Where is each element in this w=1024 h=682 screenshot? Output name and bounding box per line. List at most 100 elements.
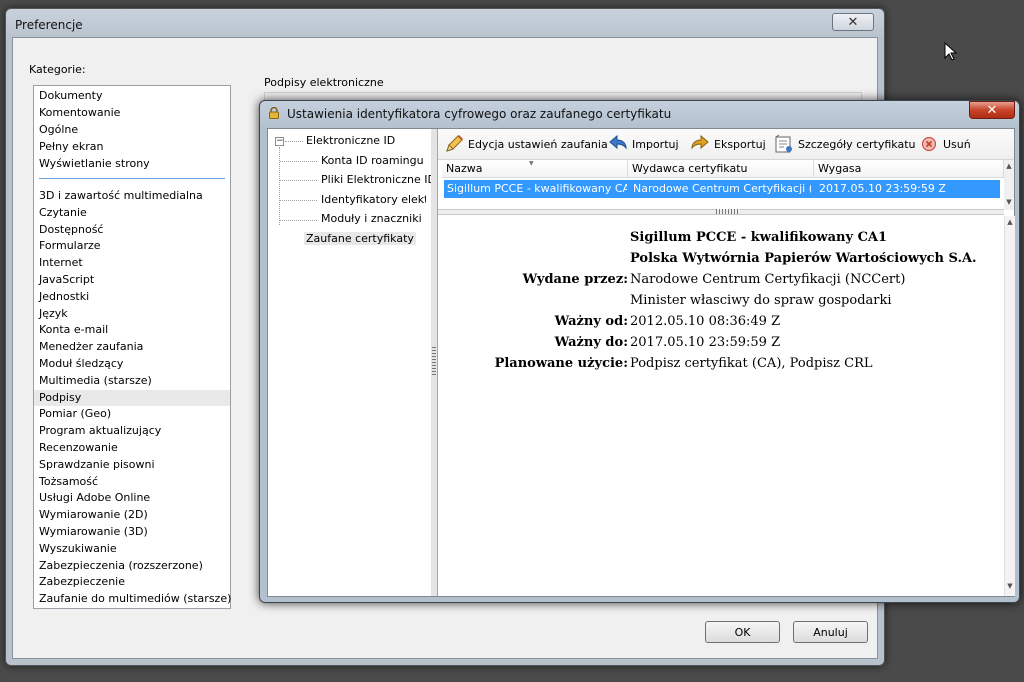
category-item[interactable]: Program aktualizujący	[39, 423, 161, 439]
detail-issued-by: Narodowe Centrum Certyfikacji (NCCert)	[630, 272, 906, 287]
ok-button[interactable]: OK	[705, 621, 780, 643]
table-row[interactable]: Sigillum PCCE - kwalifikowany CA1 Narodo…	[444, 180, 1000, 198]
dialog-body: − Elektroniczne ID Konta ID roamingu Pli…	[267, 128, 1015, 597]
remove-button[interactable]: Usuń	[919, 133, 971, 155]
cell-expires: 2017.05.10 23:59:59 Z	[819, 182, 946, 195]
category-item[interactable]: Multimedia (starsze)	[39, 373, 152, 389]
tree-item-label: Zaufane certyfikaty	[304, 232, 416, 245]
mouse-cursor-icon	[944, 42, 958, 61]
details-scrollbar[interactable]: ▲ ▼	[1004, 216, 1015, 596]
tree-item-electronic-id[interactable]: Elektroniczne ID	[306, 133, 395, 149]
tree-connector	[280, 180, 317, 181]
import-button[interactable]: Importuj	[608, 133, 679, 155]
preferences-title: Preferencje	[15, 18, 83, 32]
edit-trust-label: Edycja ustawień zaufania	[468, 137, 608, 151]
splitter-grip[interactable]	[716, 209, 740, 214]
settings-tree[interactable]: − Elektroniczne ID Konta ID roamingu Pli…	[268, 129, 436, 596]
category-item[interactable]: Pomiar (Geo)	[39, 406, 111, 422]
category-item[interactable]: Wymiarowanie (2D)	[39, 507, 148, 523]
scroll-up-icon[interactable]: ▲	[1005, 218, 1015, 228]
certificate-settings-dialog: Ustawienia identyfikatora cyfrowego oraz…	[259, 100, 1020, 603]
tree-connector	[280, 220, 317, 221]
category-item[interactable]: Usługi Adobe Online	[39, 490, 150, 506]
detail-issued-by-label: Wydane przez:	[522, 272, 628, 287]
column-header-expires[interactable]: Wygasa	[814, 160, 1004, 178]
category-item[interactable]: Recenzowanie	[39, 440, 118, 456]
category-item[interactable]: Zabezpieczenia (rozszerzone)	[39, 558, 203, 574]
tree-connector	[280, 200, 317, 201]
category-item[interactable]: Wyszukiwanie	[39, 541, 117, 557]
scroll-down-icon[interactable]: ▼	[1005, 582, 1015, 592]
category-item[interactable]: Tożsamość	[39, 474, 98, 490]
detail-organization: Polska Wytwórnia Papierów Wartościowych …	[630, 251, 977, 266]
category-item[interactable]: Sprawdzanie pisowni	[39, 457, 155, 473]
export-label: Eksportuj	[714, 137, 766, 151]
category-item-selected[interactable]: Podpisy	[34, 389, 230, 406]
table-scrollbar[interactable]: ▲ ▼	[1004, 160, 1014, 210]
category-item[interactable]: Konta e-mail	[39, 322, 108, 338]
tree-connector	[280, 161, 317, 162]
export-button[interactable]: Eksportuj	[690, 133, 766, 155]
collapse-icon[interactable]: −	[275, 137, 284, 146]
section-title: Podpisy elektroniczne	[264, 76, 388, 89]
remove-label: Usuń	[943, 137, 971, 151]
tree-item-roaming[interactable]: Konta ID roamingu	[321, 153, 424, 169]
categories-label: Kategorie:	[29, 63, 86, 76]
detail-issued-by-2: Minister własciwy do spraw gospodarki	[630, 293, 892, 308]
detail-usage-label: Planowane użycie:	[494, 356, 628, 371]
detail-valid-from-label: Ważny od:	[554, 314, 628, 329]
certificate-details-label: Szczegóły certyfikatu	[798, 137, 916, 151]
tree-connector	[279, 147, 280, 225]
category-item[interactable]: JavaScript	[39, 272, 94, 288]
category-item[interactable]: Moduł śledzący	[39, 356, 123, 372]
detail-cert-name: Sigillum PCCE - kwalifikowany CA1	[630, 230, 888, 245]
detail-valid-to: 2017.05.10 23:59:59 Z	[630, 335, 781, 350]
category-item[interactable]: Menedżer zaufania	[39, 339, 143, 355]
category-item[interactable]: Wyświetlanie strony	[39, 156, 150, 172]
category-item[interactable]: Wymiarowanie (3D)	[39, 524, 148, 540]
remove-icon	[919, 134, 939, 154]
pencil-icon	[444, 134, 464, 154]
category-item[interactable]: Czytanie	[39, 205, 87, 221]
detail-usage: Podpisz certyfikat (CA), Podpisz CRL	[630, 356, 873, 371]
category-item[interactable]: Komentowanie	[39, 105, 120, 121]
scroll-down-icon[interactable]: ▼	[1004, 198, 1014, 208]
preferences-close-button[interactable]: ✕	[832, 13, 874, 31]
export-arrow-icon	[690, 134, 710, 154]
category-item[interactable]: Zabezpieczenie	[39, 574, 125, 590]
category-item[interactable]: Język	[39, 306, 68, 322]
category-item[interactable]: 3D i zawartość multimedialna	[39, 188, 203, 204]
splitter-grip[interactable]	[432, 347, 436, 377]
category-item[interactable]: Ogólne	[39, 122, 78, 138]
lock-icon	[269, 107, 279, 119]
column-header-issuer[interactable]: Wydawca certyfikatu	[628, 160, 814, 178]
category-item[interactable]: Formularze	[39, 238, 101, 254]
category-item[interactable]: Dokumenty	[39, 88, 102, 104]
import-label: Importuj	[632, 137, 679, 151]
tree-item-trusted-certificates[interactable]: Zaufane certyfikaty	[304, 231, 416, 247]
certificate-details-button[interactable]: Szczegóły certyfikatu	[774, 133, 915, 155]
categories-divider	[39, 178, 225, 179]
cell-issuer: Narodowe Centrum Certyfikacji (...	[633, 182, 811, 195]
detail-valid-to-label: Ważny do:	[554, 335, 628, 350]
scroll-up-icon[interactable]: ▲	[1004, 162, 1014, 172]
edit-trust-button[interactable]: Edycja ustawień zaufania	[444, 133, 608, 155]
tree-item-identifiers[interactable]: Identyfikatory elektro	[321, 192, 426, 208]
category-item[interactable]: Pełny ekran	[39, 139, 104, 155]
detail-valid-from: 2012.05.10 08:36:49 Z	[630, 314, 781, 329]
dialog-close-button[interactable]: ✕	[969, 101, 1015, 119]
dialog-title: Ustawienia identyfikatora cyfrowego oraz…	[287, 107, 672, 121]
certificates-pane: Edycja ustawień zaufania Importuj Ekspor…	[438, 129, 1015, 596]
category-item[interactable]: Internet	[39, 255, 83, 271]
sort-indicator-icon: ▼	[529, 160, 534, 167]
cancel-button[interactable]: Anuluj	[793, 621, 868, 643]
tree-connector	[285, 141, 303, 142]
tree-item-pkcs-modules[interactable]: Moduły i znaczniki PK	[321, 211, 426, 227]
tree-item-id-files[interactable]: Pliki Elektroniczne ID	[321, 172, 436, 188]
categories-list[interactable]: Dokumenty Komentowanie Ogólne Pełny ekran Wy…	[33, 85, 231, 609]
column-header-name[interactable]: Nazwa	[442, 160, 628, 178]
category-item[interactable]: Zaufanie do multimediów (starsze)	[39, 591, 231, 607]
category-item[interactable]: Dostępność	[39, 222, 103, 238]
import-arrow-icon	[608, 134, 628, 154]
category-item[interactable]: Jednostki	[39, 289, 89, 305]
